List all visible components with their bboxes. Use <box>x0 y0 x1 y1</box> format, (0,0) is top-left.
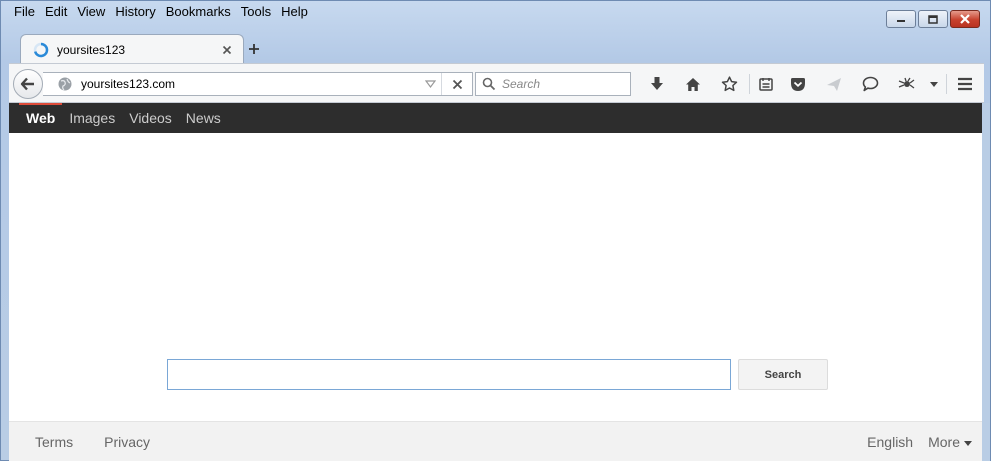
search-bar[interactable] <box>475 72 631 96</box>
home-button[interactable] <box>675 72 711 96</box>
url-text: yoursites123.com <box>81 77 176 91</box>
menu-bookmarks[interactable]: Bookmarks <box>161 3 236 21</box>
page-footer: Terms Privacy English More <box>9 421 984 461</box>
nav-web[interactable]: Web <box>19 103 63 133</box>
pocket-icon <box>791 77 805 91</box>
nav-videos[interactable]: Videos <box>122 103 179 133</box>
main-search-form: Search <box>167 359 828 390</box>
home-icon <box>686 77 700 91</box>
loading-throbber-icon <box>33 42 49 57</box>
menu-view[interactable]: View <box>72 3 110 21</box>
downloads-button[interactable] <box>639 72 675 96</box>
search-button[interactable]: Search <box>738 359 828 390</box>
caret-down-icon <box>964 440 972 446</box>
tab-yoursites123[interactable]: yoursites123 <box>20 34 244 64</box>
caret-down-icon <box>930 81 938 87</box>
globe-icon <box>58 77 72 91</box>
footer-terms-link[interactable]: Terms <box>35 434 73 450</box>
stop-loading-button[interactable] <box>442 73 472 95</box>
new-tab-button[interactable] <box>245 40 263 58</box>
maximize-button[interactable] <box>918 10 948 28</box>
download-icon <box>651 77 663 90</box>
search-engine-button[interactable] <box>476 73 502 95</box>
search-type-nav: Web Images Videos News <box>9 103 984 133</box>
maximize-icon <box>928 14 938 24</box>
menu-edit[interactable]: Edit <box>40 3 72 21</box>
nav-images[interactable]: Images <box>62 103 122 133</box>
window-right-border <box>982 103 990 461</box>
bookmark-star-icon <box>721 76 737 92</box>
tab-strip: yoursites123 <box>9 34 984 64</box>
menu-help[interactable]: Help <box>276 3 313 21</box>
extension-icon <box>898 77 915 89</box>
plus-icon <box>249 44 259 54</box>
search-icon <box>482 77 496 91</box>
toolbar-separator <box>749 74 750 94</box>
navigation-toolbar: yoursites123.com <box>9 63 984 103</box>
nav-news[interactable]: News <box>179 103 228 133</box>
tab-title: yoursites123 <box>57 42 126 57</box>
extension-dropdown-button[interactable] <box>924 72 944 96</box>
stop-icon <box>452 79 462 89</box>
menu-history[interactable]: History <box>110 3 160 21</box>
tab-close-button[interactable] <box>219 42 235 58</box>
footer-language-link[interactable]: English <box>867 434 913 450</box>
chat-button[interactable] <box>852 72 888 96</box>
arrow-left-icon <box>20 77 34 91</box>
share-button[interactable] <box>816 72 852 96</box>
reading-list-icon <box>759 78 773 91</box>
reading-list-button[interactable] <box>752 72 780 96</box>
footer-more-label: More <box>928 434 960 450</box>
url-bar[interactable]: yoursites123.com <box>43 72 473 96</box>
url-history-dropdown[interactable] <box>420 73 442 95</box>
menu-tools[interactable]: Tools <box>236 3 276 21</box>
footer-privacy-link[interactable]: Privacy <box>104 434 150 450</box>
toolbar-separator <box>946 74 947 94</box>
minimize-icon <box>897 20 905 22</box>
close-icon <box>222 45 232 54</box>
hamburger-menu-icon <box>958 77 972 91</box>
browser-window: File Edit View History Bookmarks Tools H… <box>0 0 991 461</box>
pocket-button[interactable] <box>780 72 816 96</box>
toolbar-buttons <box>639 72 949 96</box>
open-menu-button[interactable] <box>952 72 978 96</box>
menu-file[interactable]: File <box>9 3 40 21</box>
chat-bubble-icon <box>862 76 878 92</box>
close-window-icon <box>960 14 970 24</box>
main-search-input[interactable] <box>167 359 731 390</box>
search-bar-input[interactable] <box>502 77 622 91</box>
minimize-button[interactable] <box>886 10 916 28</box>
menu-bar: File Edit View History Bookmarks Tools H… <box>9 3 313 21</box>
close-window-button[interactable] <box>950 10 980 28</box>
triangle-down-icon <box>425 80 436 88</box>
page-content: Web Images Videos News Search Terms Priv… <box>9 103 984 461</box>
back-button[interactable] <box>13 69 43 99</box>
bookmark-button[interactable] <box>711 72 747 96</box>
window-controls <box>886 10 980 28</box>
send-icon <box>827 77 841 91</box>
extension-button[interactable] <box>888 72 924 96</box>
footer-more-dropdown[interactable]: More <box>928 434 972 450</box>
footer-right-links: English More <box>867 434 972 450</box>
footer-links: Terms Privacy <box>35 434 150 450</box>
